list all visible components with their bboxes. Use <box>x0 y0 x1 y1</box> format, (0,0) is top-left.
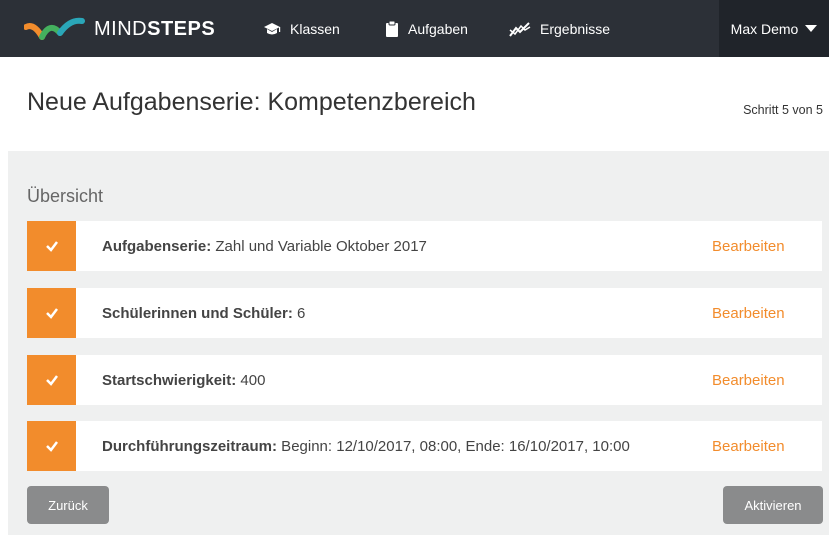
summary-label: Durchführungszeitraum: <box>102 437 278 455</box>
edit-link[interactable]: Bearbeiten <box>712 372 785 389</box>
check-icon <box>27 355 76 405</box>
back-button[interactable]: Zurück <box>27 486 109 524</box>
nav-item-aufgaben[interactable]: Aufgaben <box>385 0 468 57</box>
summary-text: Durchführungszeitraum: Beginn: 12/10/201… <box>102 438 630 455</box>
brand-name-part1: MIND <box>94 17 148 40</box>
edit-link[interactable]: Bearbeiten <box>712 238 785 255</box>
nav-item-label: Ergebnisse <box>540 20 611 37</box>
summary-text: Aufgabenserie: Zahl und Variable Oktober… <box>102 238 427 255</box>
summary-label: Schülerinnen und Schüler: <box>102 304 293 322</box>
clipboard-icon <box>385 20 399 38</box>
graduation-cap-icon <box>263 22 281 36</box>
summary-value: 400 <box>236 371 266 389</box>
summary-text: Startschwierigkeit: 400 <box>102 372 265 389</box>
nav-item-label: Aufgaben <box>408 20 468 37</box>
top-navbar: MINDSTEPS Klassen Aufgaben Ergebnisse Ma… <box>0 0 829 57</box>
summary-row-zeitraum: Durchführungszeitraum: Beginn: 12/10/201… <box>27 421 822 471</box>
brand-name-part2: STEPS <box>147 17 216 40</box>
edit-link[interactable]: Bearbeiten <box>712 305 785 322</box>
step-indicator: Schritt 5 von 5 <box>743 103 823 117</box>
chart-line-icon <box>509 21 531 37</box>
activate-button[interactable]: Aktivieren <box>723 486 823 524</box>
summary-text: Schülerinnen und Schüler: 6 <box>102 305 305 322</box>
check-icon <box>27 288 76 338</box>
summary-label: Startschwierigkeit: <box>102 371 237 389</box>
summary-row-aufgabenserie: Aufgabenserie: Zahl und Variable Oktober… <box>27 221 822 271</box>
summary-row-schueler: Schülerinnen und Schüler: 6 Bearbeiten <box>27 288 822 338</box>
check-icon <box>27 221 76 271</box>
user-menu[interactable]: Max Demo <box>719 0 829 57</box>
summary-row-startschwierigkeit: Startschwierigkeit: 400 Bearbeiten <box>27 355 822 405</box>
section-title: Übersicht <box>27 186 104 206</box>
user-name: Max Demo <box>730 20 799 37</box>
page-title: Neue Aufgabenserie: Kompetenzbereich <box>27 88 476 116</box>
summary-label: Aufgabenserie: <box>102 237 212 255</box>
edit-link[interactable]: Bearbeiten <box>712 438 785 455</box>
check-icon <box>27 421 76 471</box>
nav-item-ergebnisse[interactable]: Ergebnisse <box>509 0 610 57</box>
summary-value: 6 <box>292 304 306 322</box>
nav-item-klassen[interactable]: Klassen <box>263 0 340 57</box>
nav-item-label: Klassen <box>290 20 340 37</box>
brand-logo[interactable]: MINDSTEPS <box>24 16 215 42</box>
summary-value: Beginn: 12/10/2017, 08:00, Ende: 16/10/2… <box>277 437 630 455</box>
mindsteps-logo-icon <box>24 17 85 40</box>
overview-panel <box>8 151 829 535</box>
caret-down-icon <box>805 25 818 32</box>
summary-value: Zahl und Variable Oktober 2017 <box>211 237 427 255</box>
